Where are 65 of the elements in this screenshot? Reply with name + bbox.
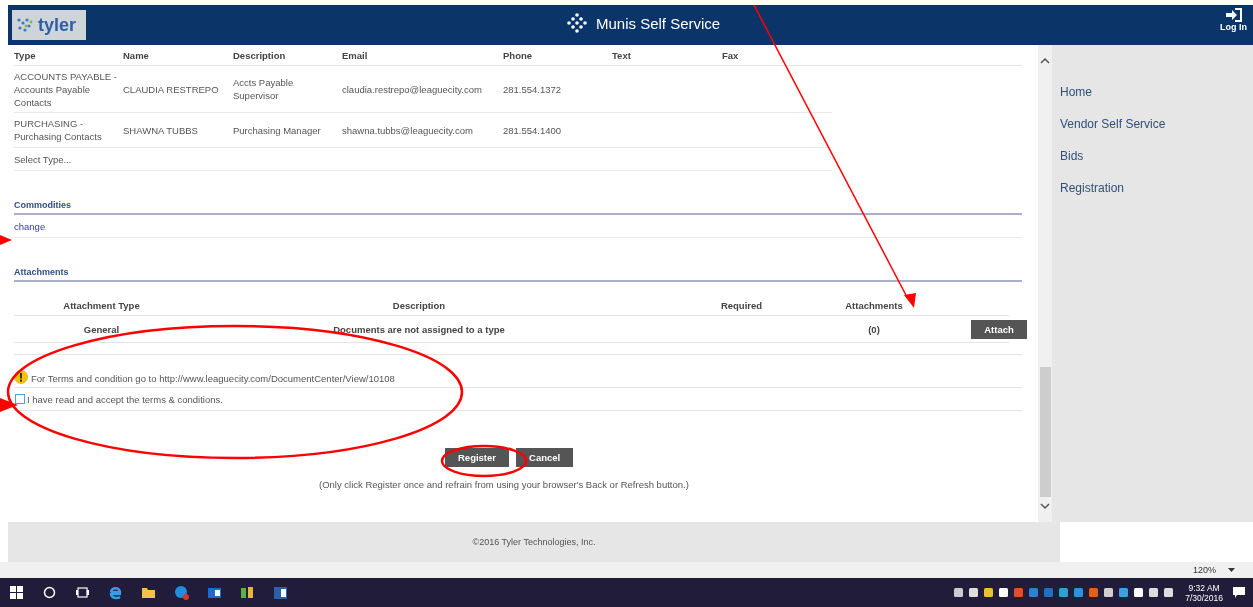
login-button[interactable]: Log In [1220, 8, 1247, 32]
search-icon[interactable] [42, 585, 57, 600]
register-button[interactable]: Register [445, 448, 509, 467]
mail-icon[interactable] [207, 585, 222, 600]
sidebar-link[interactable]: Bids [1060, 148, 1253, 165]
scrollbar-thumb[interactable] [1039, 367, 1051, 497]
sidebar-link[interactable]: Registration [1060, 180, 1253, 197]
terms-notice: For Terms and condition go to http://www.leaguecity.com/DocumentCenter/View/10108 [31, 373, 395, 384]
column-header: Email [342, 50, 369, 61]
table-cell-text: SHAWNA TUBBS [123, 123, 199, 137]
browser-icon[interactable] [108, 585, 123, 600]
sidebar-link[interactable]: Vendor Self Service [1060, 116, 1253, 133]
table-cell-text: PURCHASING - Purchasing Contacts [14, 117, 103, 143]
warning-icon [14, 370, 28, 384]
task-view-icon[interactable] [75, 585, 90, 600]
table-cell-text: Accts Payable Supervisor [233, 76, 295, 102]
scroll-up-icon[interactable] [1040, 57, 1050, 64]
terms-checkbox[interactable] [15, 394, 25, 404]
attach-button[interactable]: Attach [971, 319, 1027, 339]
logo-text: tyler [38, 14, 77, 36]
column-header: Type [14, 50, 37, 61]
table-cell-text: 281.554.1400 [503, 123, 563, 137]
column-header: Description [391, 299, 447, 311]
table-cell-text: 281.554.1372 [503, 82, 563, 96]
notification-icon[interactable] [1233, 587, 1245, 598]
sidebar-link[interactable]: Home [1060, 84, 1253, 101]
document-icon[interactable] [273, 585, 288, 600]
column-header: Text [612, 50, 632, 61]
column-header: Fax [722, 50, 740, 61]
change-link[interactable]: change [14, 220, 46, 232]
column-header: Required [719, 299, 764, 311]
column-header: Phone [503, 50, 534, 61]
table-cell-text: Purchasing Manager [233, 123, 322, 137]
zoom-level[interactable]: 120% [1192, 565, 1216, 575]
section-title: Commodities [14, 200, 1022, 215]
column-header: Name [123, 50, 150, 61]
annotation-arrow [0, 398, 18, 412]
column-header: Attachments [844, 299, 904, 311]
column-header: Attachment Type [62, 299, 141, 311]
register-note: (Only click Register once and refrain from using your browser's Back or Refresh button.) [319, 479, 689, 490]
table-cell-text: General [82, 323, 121, 335]
clock[interactable]: 9:32 AM 7/30/2016 [1185, 582, 1223, 603]
dots-icon [566, 13, 588, 33]
dots-icon [16, 16, 34, 34]
caret-icon[interactable] [1228, 567, 1235, 573]
login-icon [1225, 8, 1242, 22]
app-title: Munis Self Service [596, 14, 721, 32]
table-cell-text: claudia.restrepo@leaguecity.com [342, 82, 483, 96]
chat-icon[interactable] [174, 585, 189, 600]
table-cell-text: ACCOUNTS PAYABLE - Accounts Payable Contacts [14, 69, 118, 109]
table-cell-text: CLAUDIA RESTREPO [123, 82, 220, 96]
checkbox-label: I have read and accept the terms & conditions. [27, 393, 223, 405]
table-cell-text: Documents are not assigned to a type [332, 323, 506, 335]
section-title: Attachments [14, 267, 1022, 282]
annotation-arrow [0, 235, 12, 245]
column-header: Description [233, 50, 287, 61]
scroll-down-icon[interactable] [1040, 503, 1050, 510]
cancel-button[interactable]: Cancel [516, 448, 574, 467]
app-icon[interactable] [240, 585, 255, 600]
table-cell-text: (0) [867, 323, 881, 335]
windows-icon[interactable] [9, 585, 24, 600]
table-cell-text: shawna.tubbs@leaguecity.com [342, 123, 474, 137]
folder-icon[interactable] [141, 585, 156, 600]
select-type-field[interactable]: Select Type... [14, 152, 123, 166]
copyright-text: ©2016 Tyler Technologies, Inc. [472, 537, 596, 547]
